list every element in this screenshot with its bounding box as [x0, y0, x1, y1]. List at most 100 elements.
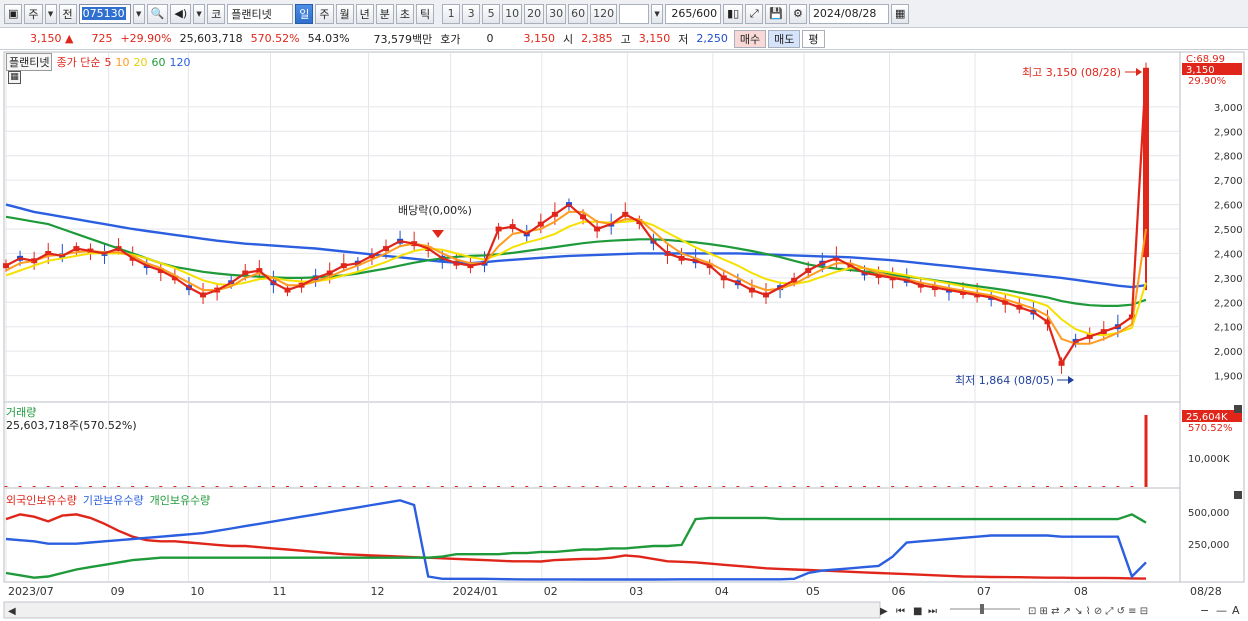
interval-10-label: 10: [505, 7, 520, 20]
gear-icon[interactable]: ⚙: [788, 3, 807, 24]
x-axis-label: 11: [272, 585, 286, 598]
volume-bar: [117, 486, 121, 487]
scroll-right-icon[interactable]: ▶: [880, 606, 888, 617]
zoom-line-icon[interactable]: —: [1216, 604, 1227, 617]
volume-bar: [187, 486, 191, 487]
prev-button[interactable]: 전: [58, 3, 77, 24]
volume-bar: [764, 486, 768, 487]
period-minute-label: 분: [379, 7, 390, 21]
chart-toolbar: ▣ 주 ▼ 전 075130 ▼ 🔍 ◀) ▼ 코 플랜티넷 일 주 월 년 분…: [0, 0, 1248, 28]
volume-bar: [1074, 486, 1078, 487]
volume-bar: [947, 486, 951, 487]
interval-3[interactable]: 3: [462, 3, 481, 24]
layout-icon[interactable]: ▣: [4, 3, 23, 24]
volume-bar: [581, 486, 585, 487]
period-month[interactable]: 월: [335, 3, 354, 24]
code-dropdown-icon[interactable]: ▼: [132, 3, 145, 24]
interval-custom-field[interactable]: [619, 3, 650, 24]
candle-type-icon[interactable]: ▮▯: [723, 3, 744, 24]
investor-axis-250k: 250,000: [1188, 540, 1229, 551]
open-price: 2,385: [581, 32, 613, 45]
volume-bar: [736, 486, 740, 487]
volume-bar: [300, 486, 304, 487]
average-button[interactable]: 평: [802, 29, 825, 48]
zoom-slider-handle[interactable]: [980, 604, 984, 614]
period-minute[interactable]: 분: [375, 3, 394, 24]
save-icon[interactable]: 💾: [765, 3, 787, 24]
volume-tag-text: 25,604K: [1186, 412, 1228, 423]
interval-20[interactable]: 20: [524, 3, 545, 24]
last-pct-label: 29.90%: [1188, 76, 1226, 87]
speaker-icon[interactable]: ◀): [170, 3, 192, 24]
volume-bar: [215, 486, 219, 487]
period-tick[interactable]: 틱: [416, 3, 435, 24]
low-annotation: 최저 1,864 (08/05): [955, 374, 1054, 387]
volume-bar: [131, 486, 135, 487]
volume-tag-pct: 570.52%: [1188, 423, 1233, 434]
x-axis-label: 02: [544, 585, 558, 598]
period-tick-label: 틱: [420, 7, 431, 21]
chart-tools-icon[interactable]: ⊡ ⊞ ⇄ ↗ ↘ ⌇ ⊘ ⤢ ↺ ≡ ⊟: [1028, 606, 1148, 617]
legend-stock-name[interactable]: 플랜티넷: [6, 53, 53, 71]
sell-button[interactable]: 매도: [768, 29, 801, 48]
stock-name-field[interactable]: 플랜티넷: [227, 3, 294, 24]
interval-120[interactable]: 120: [590, 3, 618, 24]
stop-icon[interactable]: ■: [913, 606, 922, 617]
interval-60[interactable]: 60: [568, 3, 589, 24]
period-second[interactable]: 초: [395, 3, 414, 24]
buy-button[interactable]: 매수: [733, 29, 767, 48]
volume-bar: [1031, 486, 1035, 487]
volume-bar: [778, 486, 782, 487]
interval-30-label: 30: [549, 7, 564, 20]
volume-bar: [680, 486, 684, 487]
interval-1[interactable]: 1: [442, 3, 461, 24]
volume-panel[interactable]: [3, 401, 1181, 489]
current-price-value: 3,150: [30, 32, 62, 45]
draw-tool-icon[interactable]: ⤢: [745, 3, 764, 24]
volume-bar: [722, 486, 726, 487]
volume-bar: [1144, 415, 1148, 487]
interval-5-label: 5: [487, 7, 495, 20]
volume-bar: [46, 486, 50, 487]
data-count-field[interactable]: 265/600: [665, 3, 722, 24]
period-year[interactable]: 년: [355, 3, 374, 24]
volume-bar: [328, 486, 332, 487]
first-page-icon[interactable]: ⏮: [896, 606, 905, 617]
market-select[interactable]: 주: [24, 3, 43, 24]
speaker-dropdown-icon[interactable]: ▼: [193, 3, 206, 24]
calculator-icon[interactable]: ▦: [8, 71, 21, 84]
volume-bar: [863, 486, 867, 487]
volume-bar: [74, 486, 78, 487]
price-axis-label: 2,200: [1214, 298, 1243, 309]
data-count-total: /600: [692, 7, 718, 20]
search-icon[interactable]: 🔍: [146, 3, 169, 24]
zoom-out-icon[interactable]: −: [1200, 604, 1209, 617]
market-dropdown-icon[interactable]: ▼: [44, 3, 57, 24]
volume-bar: [877, 486, 881, 487]
chart-canvas[interactable]: 3,000 2,900 2,800 2,700 2,600 2,500 2,400 2,300…: [0, 50, 1248, 621]
horizontal-scrollbar[interactable]: [3, 601, 881, 619]
volume-bar: [1045, 486, 1049, 487]
last-page-icon[interactable]: ⏭: [928, 606, 937, 617]
price-panel[interactable]: [3, 51, 1181, 403]
interval-10[interactable]: 10: [502, 3, 523, 24]
volume-ratio: 570.52%: [250, 32, 300, 45]
interval-30[interactable]: 30: [546, 3, 567, 24]
x-axis-label: 08: [1074, 585, 1088, 598]
calendar-icon[interactable]: ▦: [890, 3, 910, 24]
volume-close-icon[interactable]: [1234, 405, 1242, 413]
scroll-left-icon[interactable]: ◀: [8, 606, 16, 617]
stock-code-input[interactable]: 075130: [78, 3, 131, 24]
date-field[interactable]: 2024/08/28: [808, 3, 889, 24]
period-day[interactable]: 일: [295, 3, 314, 24]
font-size-icon[interactable]: A: [1232, 604, 1240, 617]
investor-close-icon[interactable]: [1234, 491, 1242, 499]
period-week[interactable]: 주: [315, 3, 334, 24]
interval-5[interactable]: 5: [482, 3, 501, 24]
volume-legend: 거래량 25,603,718주(570.52%): [6, 406, 137, 432]
hoga-label: 호가: [440, 32, 461, 46]
volume-bar: [1088, 486, 1092, 487]
dividend-annotation: 배당락(0,00%): [398, 204, 472, 217]
interval-dropdown-icon[interactable]: ▼: [651, 3, 664, 24]
volume-bar: [750, 486, 754, 487]
